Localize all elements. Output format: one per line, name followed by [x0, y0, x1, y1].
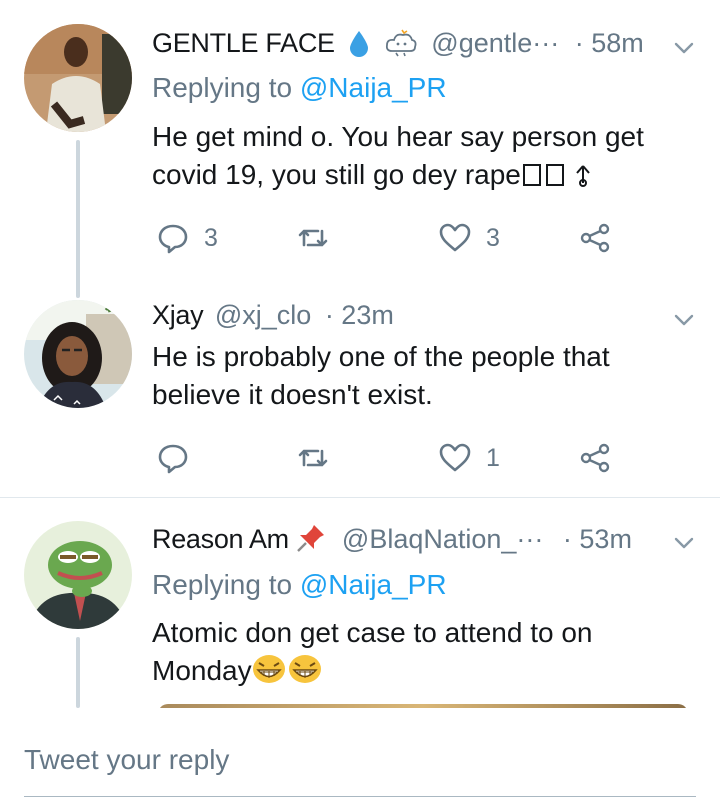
user-handle[interactable]: @BlaqNation_··· — [342, 524, 544, 554]
tweet-xjay[interactable]: Xjay @xj_clo · 23m He is probably one of… — [0, 300, 720, 496]
replying-to-mention[interactable]: @Naija_PR — [300, 72, 447, 103]
replying-to: Replying to @Naija_PR — [152, 569, 447, 601]
reply-composer: Tweet your reply — [0, 708, 720, 797]
tweet-text-line: He is probably one of the people that — [152, 341, 610, 372]
timestamp[interactable]: · 58m — [575, 28, 644, 58]
share-button[interactable] — [578, 218, 612, 258]
tweet-actions: 3 3 — [152, 218, 632, 258]
retweet-button[interactable] — [296, 438, 330, 478]
tweet-text-line: believe it doesn't exist. — [152, 379, 433, 410]
display-name[interactable]: GENTLE FACE — [152, 28, 335, 58]
replying-to-mention[interactable]: @Naija_PR — [300, 569, 447, 600]
tweet-text: He is probably one of the people that be… — [152, 338, 692, 414]
tweet-text-line-2: covid 19, you still go dey rape — [152, 159, 521, 190]
tweet-text-line: covid 19, you still go dey rape — [152, 156, 692, 194]
timestamp[interactable]: · 23m — [325, 300, 394, 330]
tweet-text-line: Atomic don get case to attend to on — [152, 617, 593, 648]
tweet-text: He get mind o. You hear say person get c… — [152, 118, 692, 194]
thread-line — [76, 637, 80, 708]
thread-line — [76, 140, 80, 298]
cloud-face-icon — [385, 29, 417, 57]
share-icon — [580, 223, 610, 253]
like-button[interactable]: 3 — [438, 218, 500, 258]
replying-to: Replying to @Naija_PR — [152, 72, 447, 104]
reply-input[interactable]: Tweet your reply — [24, 744, 229, 776]
retweet-icon — [298, 229, 328, 247]
tweet-text-line: Monday — [152, 652, 692, 690]
like-count: 1 — [486, 443, 500, 472]
tweet-text-line-2: Monday — [152, 655, 252, 686]
reply-button[interactable] — [156, 438, 190, 478]
user-handle[interactable]: @xj_clo — [215, 300, 311, 330]
droplet-icon — [350, 31, 369, 57]
reply-button[interactable]: 3 — [156, 218, 218, 258]
reply-icon — [158, 224, 188, 254]
chevron-down-icon[interactable] — [672, 36, 696, 60]
laughing-face-icon — [288, 655, 321, 683]
retweet-button[interactable] — [296, 218, 330, 258]
replying-to-label: Replying to — [152, 72, 293, 103]
tweet-actions: 1 — [152, 438, 632, 478]
share-button[interactable] — [578, 438, 612, 478]
reply-count: 3 — [204, 223, 218, 252]
tweet-header: Xjay @xj_clo · 23m — [152, 300, 720, 334]
heart-icon — [439, 443, 471, 472]
arrow-up-icon — [576, 165, 590, 187]
timestamp[interactable]: · 53m — [563, 524, 632, 554]
tweet-gentle-face[interactable]: GENTLE FACE @gentle··· · 58m Replying to… — [0, 0, 720, 300]
reply-icon — [158, 444, 188, 474]
laughing-face-icon — [252, 655, 285, 683]
retweet-icon — [298, 449, 328, 467]
like-count: 3 — [486, 223, 500, 252]
chevron-down-icon[interactable] — [672, 308, 696, 332]
missing-glyph-box — [522, 164, 541, 186]
avatar[interactable] — [24, 300, 132, 408]
tweet-header: Reason Am @BlaqNation_··· · 53m — [152, 523, 720, 557]
like-button[interactable]: 1 — [438, 438, 500, 478]
replying-to-label: Replying to — [152, 569, 293, 600]
tweet-header: GENTLE FACE @gentle··· · 58m — [152, 28, 720, 62]
pushpin-icon — [297, 525, 325, 552]
chevron-down-icon[interactable] — [672, 531, 696, 555]
heart-icon — [439, 223, 471, 252]
tweet-reason-am[interactable]: Reason Am @BlaqNation_··· · 53m Replying… — [0, 497, 720, 708]
display-name[interactable]: Reason Am — [152, 524, 289, 554]
user-handle[interactable]: @gentle··· — [431, 28, 559, 58]
tweet-text: Atomic don get case to attend to on Mond… — [152, 614, 692, 690]
avatar[interactable] — [24, 521, 132, 629]
tweet-text-line: He get mind o. You hear say person get — [152, 121, 644, 152]
display-name[interactable]: Xjay — [152, 300, 204, 330]
avatar[interactable] — [24, 24, 132, 132]
missing-glyph-box — [545, 164, 564, 186]
share-icon — [580, 443, 610, 473]
